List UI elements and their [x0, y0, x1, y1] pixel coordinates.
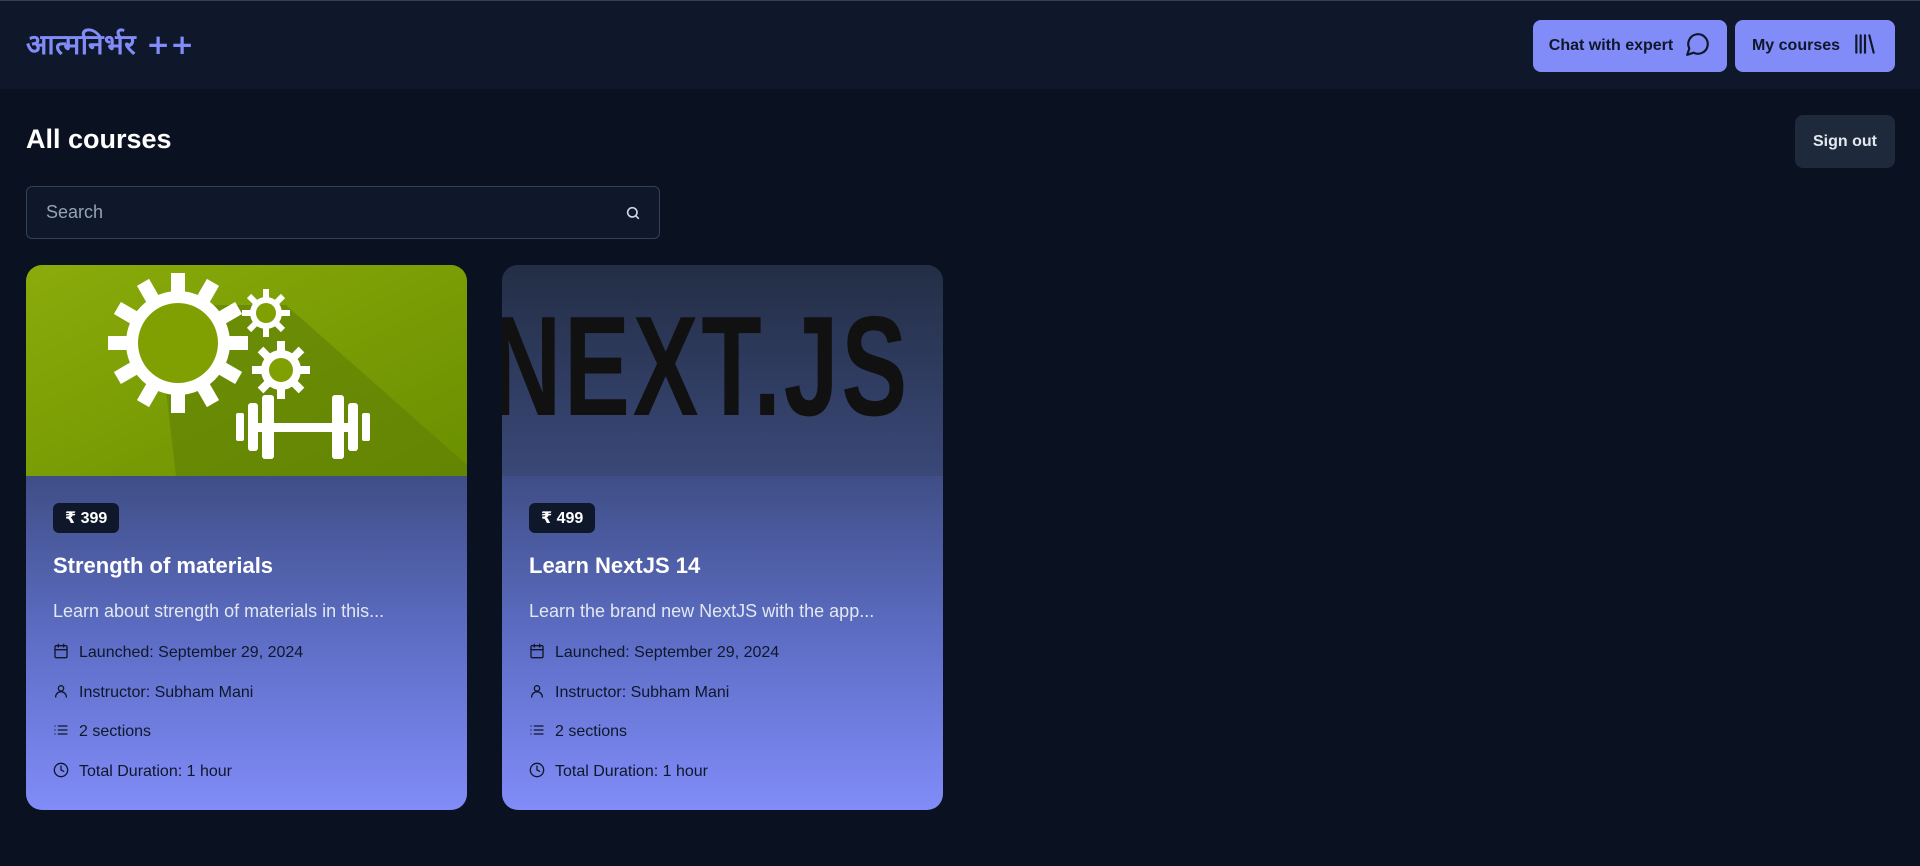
course-card[interactable]: ₹ 399 Strength of materials Learn about … [26, 265, 467, 810]
search-input[interactable] [27, 187, 659, 238]
search-icon[interactable] [625, 205, 641, 221]
total-duration: Total Duration: 1 hour [555, 763, 708, 780]
course-thumbnail-nextjs: NEXT.JS [502, 265, 943, 476]
list-icon [529, 722, 545, 743]
chat-with-expert-button[interactable]: Chat with expert [1533, 20, 1727, 72]
course-title[interactable]: Learn NextJS 14 [529, 553, 700, 579]
launched-date: Launched: September 29, 2024 [555, 644, 780, 661]
launched-date: Launched: September 29, 2024 [79, 644, 304, 661]
launched-row: Launched: September 29, 2024 [53, 642, 303, 664]
clock-icon [529, 762, 545, 783]
top-navbar: आत्मनिर्भर ++ Chat with expert My course… [0, 0, 1920, 89]
clock-icon [53, 762, 69, 783]
nextjs-logo-image: NEXT.JS [502, 265, 943, 476]
course-thumbnail-gears [26, 265, 467, 476]
sign-out-button[interactable]: Sign out [1795, 115, 1895, 168]
price-badge: ₹ 399 [53, 503, 120, 533]
brand-logo[interactable]: आत्मनिर्भर ++ [26, 25, 194, 63]
sections-row: 2 sections [53, 721, 151, 743]
duration-row: Total Duration: 1 hour [53, 761, 232, 783]
library-icon [1852, 31, 1878, 62]
course-description: Learn the brand new NextJS with the app.… [529, 601, 875, 621]
sections-row: 2 sections [529, 721, 627, 743]
my-courses-button[interactable]: My courses [1735, 20, 1895, 72]
course-title[interactable]: Strength of materials [53, 553, 273, 579]
list-icon [53, 722, 69, 743]
gears-dumbbell-image [26, 265, 467, 476]
message-circle-icon [1685, 31, 1711, 62]
instructor-row: Instructor: Subham Mani [529, 682, 729, 704]
calendar-icon [53, 643, 69, 664]
sections-count: 2 sections [555, 723, 628, 740]
my-courses-label: My courses [1751, 37, 1841, 54]
price-badge: ₹ 499 [529, 503, 596, 533]
launched-row: Launched: September 29, 2024 [529, 642, 779, 664]
instructor-name: Instructor: Subham Mani [79, 684, 254, 701]
user-icon [529, 683, 545, 704]
duration-row: Total Duration: 1 hour [529, 761, 708, 783]
course-description: Learn about strength of materials in thi… [53, 601, 385, 621]
instructor-name: Instructor: Subham Mani [555, 684, 730, 701]
sections-count: 2 sections [79, 723, 152, 740]
chat-button-label: Chat with expert [1548, 37, 1674, 54]
nextjs-wordmark: NEXT.JS [502, 287, 910, 446]
page-title: All courses [26, 124, 172, 154]
search-box [26, 186, 660, 239]
calendar-icon [529, 643, 545, 664]
instructor-row: Instructor: Subham Mani [53, 682, 253, 704]
total-duration: Total Duration: 1 hour [79, 763, 232, 780]
course-card[interactable]: NEXT.JS ₹ 499 Learn NextJS 14 Learn the … [502, 265, 943, 810]
user-icon [53, 683, 69, 704]
